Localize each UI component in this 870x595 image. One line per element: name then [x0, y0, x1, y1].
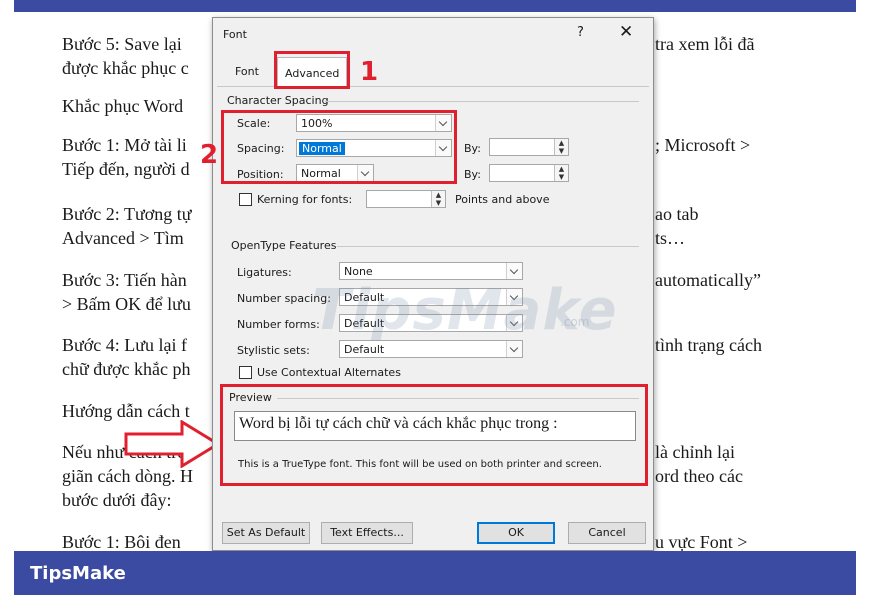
article-line: bước dưới đây: [62, 490, 172, 510]
article-line: Bước 1: Mở tài li [62, 135, 187, 155]
article-line: được khắc phục c [62, 58, 189, 78]
footer-brand: TipsMake [30, 563, 126, 584]
article-line: ts… [655, 228, 686, 248]
article-line: là chỉnh lại [655, 442, 735, 462]
tab-font[interactable]: Font [235, 65, 259, 78]
section-rule [337, 246, 639, 247]
annotation-number-1: 1 [360, 57, 379, 87]
kerning-checkbox[interactable] [239, 193, 252, 206]
article-line: Hướng dẫn cách t [62, 401, 190, 421]
article-line: tra xem lỗi đã [655, 34, 755, 54]
article-line: Bước 3: Tiến hàn [62, 270, 187, 290]
by-label: By: [464, 168, 481, 181]
by-label: By: [464, 142, 481, 155]
spinner-arrows-icon: ▲ ▼ [554, 165, 568, 181]
set-as-default-button[interactable]: Set As Default [222, 522, 310, 544]
opentype-heading: OpenType Features [231, 239, 337, 252]
annotation-box-preview [220, 384, 648, 486]
kerning-label: Kerning for fonts: [257, 193, 353, 206]
article-line: ; Microsoft > [655, 135, 751, 155]
article-line: u vực Font > [655, 532, 748, 552]
chevron-down-icon [506, 263, 522, 279]
text-effects-button[interactable]: Text Effects... [321, 522, 413, 544]
help-button[interactable]: ? [577, 25, 584, 40]
article-line: Bước 2: Tương tự [62, 204, 192, 224]
annotation-arrow-icon [124, 420, 221, 468]
article-line: Tiếp đến, người d [62, 159, 190, 179]
contextual-alternates-label: Use Contextual Alternates [257, 366, 401, 379]
watermark-logo: TipsMake [312, 278, 618, 343]
close-icon[interactable]: ✕ [619, 22, 633, 42]
article-line: ao tab [655, 204, 699, 224]
cancel-button[interactable]: Cancel [568, 522, 646, 544]
kerning-spinner[interactable]: ▲ ▼ [366, 190, 446, 208]
spinner-arrows-icon: ▲ ▼ [554, 139, 568, 155]
article-line: giãn cách dòng. H [62, 466, 193, 486]
ok-button[interactable]: OK [477, 522, 555, 544]
stylistic-sets-label: Stylistic sets: [237, 344, 310, 357]
contextual-alternates-checkbox[interactable] [239, 366, 252, 379]
footer-banner: TipsMake [14, 551, 856, 595]
article-line: Bước 1: Bôi đen [62, 532, 181, 552]
article-line: automatically” [655, 270, 761, 290]
stylistic-sets-value: Default [344, 343, 385, 356]
article-line: > Bấm OK để lưu [62, 294, 191, 314]
article-line: chữ được khắc ph [62, 359, 191, 379]
chevron-down-icon [506, 341, 522, 357]
kerning-suffix: Points and above [455, 193, 550, 206]
article-line: tình trạng cách [655, 335, 762, 355]
article-line: Advanced > Tìm [62, 228, 184, 248]
spacing-by-spinner[interactable]: ▲ ▼ [489, 138, 569, 156]
watermark-suffix: .com [560, 315, 590, 329]
article-line: Bước 4: Lưu lại f [62, 335, 188, 355]
dialog-title: Font [223, 28, 247, 41]
character-spacing-heading: Character Spacing [227, 94, 329, 107]
article-line: Bước 5: Save lại [62, 34, 182, 54]
annotation-number-2: 2 [200, 140, 219, 170]
spinner-arrows-icon: ▲ ▼ [431, 191, 445, 207]
position-by-spinner[interactable]: ▲ ▼ [489, 164, 569, 182]
annotation-box-advanced [274, 51, 350, 89]
ligatures-value: None [344, 265, 373, 278]
section-rule [325, 101, 639, 102]
ligatures-label: Ligatures: [237, 266, 292, 279]
annotation-box-spacing [221, 110, 457, 184]
article-line: ord theo các [655, 466, 743, 486]
top-banner [14, 0, 856, 12]
number-forms-label: Number forms: [237, 318, 320, 331]
article-line: Khắc phục Word [62, 96, 184, 116]
